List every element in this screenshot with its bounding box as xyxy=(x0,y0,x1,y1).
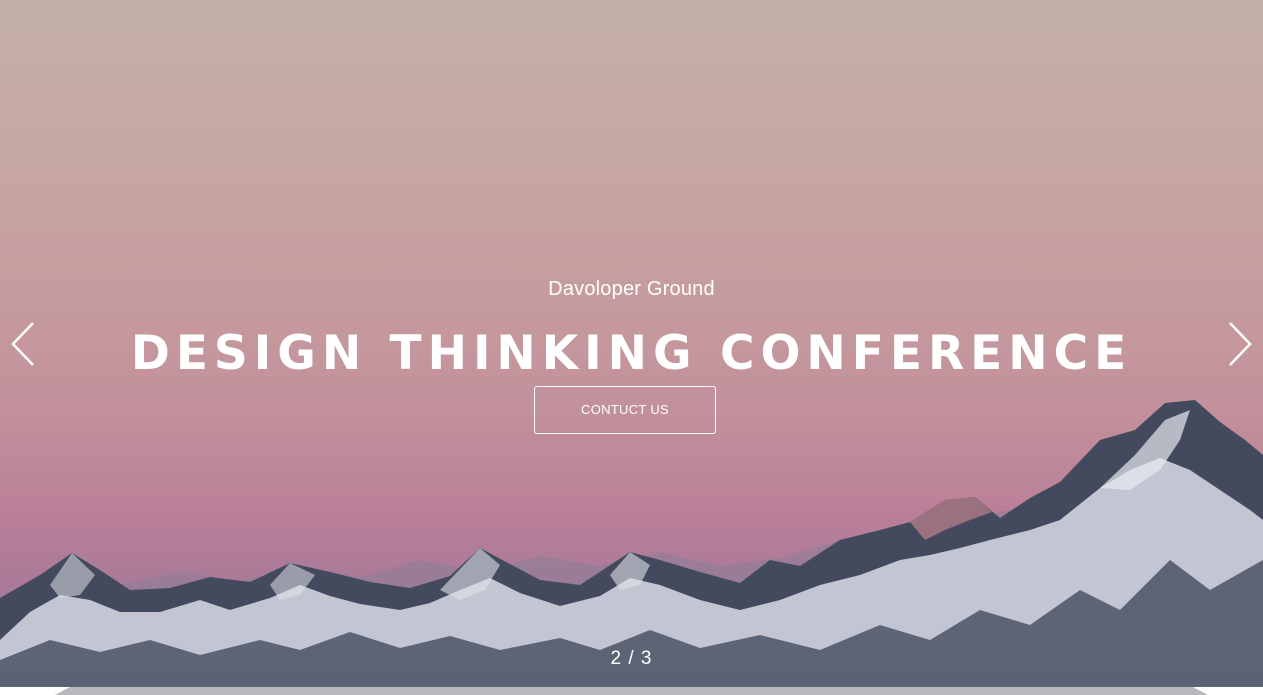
chevron-right-icon xyxy=(1229,322,1252,366)
previous-slide-button[interactable] xyxy=(9,320,39,368)
chevron-left-icon xyxy=(11,322,34,366)
hero-title: DESIGN THINKING CONFERENCE xyxy=(130,326,1133,381)
contact-us-button[interactable]: CONTUCT US xyxy=(534,386,716,434)
slide-counter: 2 / 3 xyxy=(610,648,653,669)
slide-content: Davoloper Ground DESIGN THINKING CONFERE… xyxy=(0,0,1263,687)
next-slide-button[interactable] xyxy=(1224,320,1254,368)
hero-subtitle: Davoloper Ground xyxy=(548,278,715,300)
slider-bottom-shadow xyxy=(55,687,1208,695)
hero-slider: Davoloper Ground DESIGN THINKING CONFERE… xyxy=(0,0,1263,687)
